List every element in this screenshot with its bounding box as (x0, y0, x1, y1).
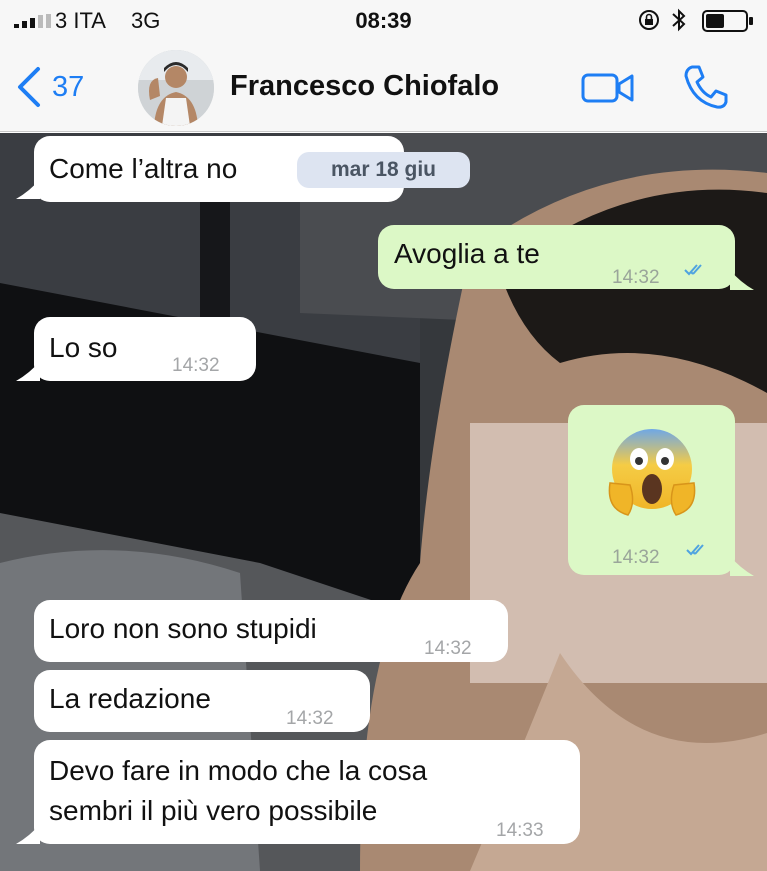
message-text: Come l’altra no (49, 153, 238, 184)
message-text: La redazione (49, 683, 211, 714)
message-time: 14:32 (286, 708, 334, 729)
orientation-lock-icon (639, 10, 659, 30)
avatar[interactable] (138, 50, 214, 126)
contact-photo (138, 50, 214, 126)
message-time: 14:32 (612, 267, 660, 288)
message-bubble-in[interactable]: Devo fare in modo che la cosa sembri il … (34, 740, 580, 844)
message-bubble-out[interactable]: Avoglia a te 14:32 (378, 225, 735, 289)
chat-header: 37 Francesco Chiofalo (0, 42, 767, 132)
date-chip: mar 18 giu (297, 152, 470, 188)
bubble-tail (16, 179, 40, 199)
bubble-tail (730, 556, 754, 576)
message-text: Avoglia a te (394, 238, 540, 269)
chat-area[interactable]: Come l’altra no mar 18 giu Avoglia a te … (0, 133, 767, 871)
bluetooth-icon (672, 8, 686, 32)
face-screaming-in-fear-icon (608, 429, 696, 516)
message-bubble-in[interactable]: Loro non sono stupidi 14:32 (34, 600, 508, 662)
message-time: 14:32 (612, 547, 660, 568)
phone-icon[interactable] (680, 62, 730, 112)
read-receipt-icon (684, 264, 702, 276)
back-button[interactable]: 37 (14, 64, 104, 110)
bubble-tail (730, 270, 754, 290)
status-bar: 3 ITA 3G 08:39 (0, 0, 767, 42)
chevron-left-icon (18, 67, 40, 107)
message-bubble-in[interactable]: Lo so 14:32 (34, 317, 256, 381)
message-text-line-2: sembri il più vero possibile (49, 795, 378, 826)
read-receipt-icon (686, 544, 704, 556)
message-text: Lo so (49, 332, 118, 363)
video-call-icon[interactable] (580, 70, 636, 106)
message-bubble-in[interactable]: La redazione 14:32 (34, 670, 370, 732)
contact-name[interactable]: Francesco Chiofalo (230, 70, 499, 103)
message-time: 14:33 (496, 820, 544, 841)
message-text-line-1: Devo fare in modo che la cosa (49, 755, 428, 786)
battery-icon (702, 10, 753, 32)
message-time: 14:32 (424, 638, 472, 659)
message-text: Loro non sono stupidi (49, 613, 317, 644)
bubble-tail (16, 361, 40, 381)
message-bubble-out[interactable]: 14:32 (568, 405, 735, 575)
bubble-tail (16, 824, 40, 844)
unread-count: 37 (52, 70, 85, 103)
message-time: 14:32 (172, 355, 220, 376)
